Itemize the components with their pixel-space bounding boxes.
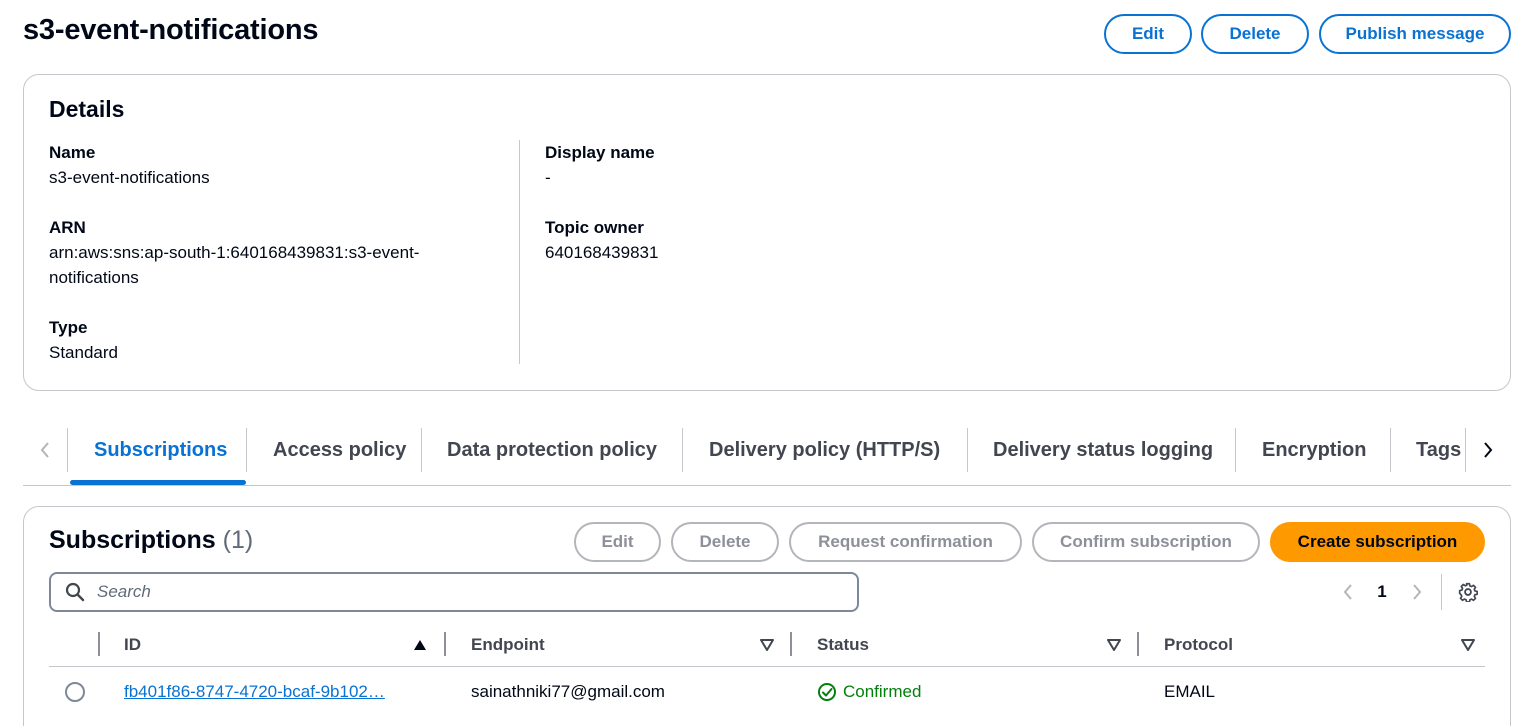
tab-access-policy[interactable]: Access policy	[273, 414, 406, 486]
confirm-subscription-button[interactable]: Confirm subscription	[1032, 522, 1260, 562]
sort-ascending-icon[interactable]	[413, 630, 427, 660]
column-separator	[790, 632, 792, 656]
display-name-value: -	[545, 168, 551, 187]
type-value: Standard	[49, 343, 118, 362]
subscription-id-link[interactable]: fb401f86-8747-4720-bcaf-9b102…	[124, 680, 385, 704]
tab-separator	[682, 428, 683, 472]
chevron-left-icon	[40, 442, 49, 458]
type-label: Type	[49, 318, 88, 337]
tab-separator	[1465, 428, 1466, 472]
tabs-scroll-right-button[interactable]	[1478, 436, 1498, 464]
create-subscription-button[interactable]: Create subscription	[1270, 522, 1485, 562]
subscription-status-label: Confirmed	[843, 682, 922, 701]
tab-subscriptions[interactable]: Subscriptions	[94, 414, 227, 486]
check-circle-icon	[818, 683, 836, 701]
delete-topic-button[interactable]: Delete	[1201, 14, 1309, 54]
details-column-divider	[519, 140, 520, 364]
tab-tags[interactable]: Tags	[1416, 414, 1461, 486]
topic-owner-value: 640168439831	[545, 243, 659, 262]
sort-descending-icon[interactable]	[1107, 630, 1121, 660]
column-separator	[1137, 632, 1139, 656]
column-separator	[98, 632, 100, 656]
topic-owner-label: Topic owner	[545, 218, 644, 237]
name-label: Name	[49, 143, 96, 162]
page-title: s3-event-notifications	[23, 14, 319, 46]
column-header-protocol[interactable]: Protocol	[1164, 630, 1233, 660]
chevron-right-icon	[1413, 584, 1422, 600]
arn-value-line1: arn:aws:sns:ap-south-1:640168439831:s3-e…	[49, 243, 420, 262]
column-separator	[444, 632, 446, 656]
subscriptions-heading: Subscriptions (1)	[49, 526, 253, 555]
name-value: s3-event-notifications	[49, 168, 210, 187]
tab-delivery-policy[interactable]: Delivery policy (HTTP/S)	[709, 414, 940, 486]
publish-message-button[interactable]: Publish message	[1319, 14, 1511, 54]
arn-value-line2: notifications	[49, 268, 139, 287]
subscriptions-title: Subscriptions	[49, 526, 216, 554]
delete-subscription-button[interactable]: Delete	[671, 522, 779, 562]
arn-label: ARN	[49, 218, 86, 237]
table-header-divider	[49, 666, 1485, 667]
subscription-status: Confirmed	[817, 680, 921, 704]
current-page[interactable]: 1	[1372, 578, 1392, 606]
pagination-divider	[1441, 574, 1442, 610]
next-page-button[interactable]	[1407, 578, 1427, 606]
sort-descending-icon[interactable]	[760, 630, 774, 660]
table-preferences-button[interactable]	[1456, 578, 1480, 606]
tab-separator	[246, 428, 247, 472]
chevron-left-icon	[1343, 584, 1352, 600]
tab-separator	[967, 428, 968, 472]
tabs-divider	[23, 485, 1511, 486]
tab-separator	[1235, 428, 1236, 472]
details-card	[23, 74, 1511, 391]
tab-separator	[421, 428, 422, 472]
gear-icon	[1458, 582, 1478, 602]
active-tab-indicator	[70, 480, 246, 485]
column-header-endpoint[interactable]: Endpoint	[471, 630, 545, 660]
column-header-id[interactable]: ID	[124, 630, 141, 660]
edit-topic-button[interactable]: Edit	[1104, 14, 1192, 54]
tab-separator	[1390, 428, 1391, 472]
prev-page-button[interactable]	[1338, 578, 1358, 606]
request-confirmation-button[interactable]: Request confirmation	[789, 522, 1022, 562]
search-input[interactable]	[97, 582, 797, 602]
subscriptions-count: (1)	[222, 526, 254, 554]
tab-separator	[67, 428, 68, 472]
search-box[interactable]	[49, 572, 859, 612]
edit-subscription-button[interactable]: Edit	[574, 522, 661, 562]
tab-delivery-status-logging[interactable]: Delivery status logging	[993, 414, 1213, 486]
subscription-endpoint: sainathniki77@gmail.com	[471, 682, 665, 701]
subscription-protocol: EMAIL	[1164, 682, 1216, 701]
column-header-status[interactable]: Status	[817, 630, 869, 660]
chevron-right-icon	[1484, 442, 1493, 458]
details-heading: Details	[49, 96, 125, 122]
sort-descending-icon[interactable]	[1461, 630, 1475, 660]
tabs-scroll-left-button[interactable]	[35, 436, 55, 464]
search-icon	[65, 582, 85, 602]
row-select-radio[interactable]	[64, 680, 86, 704]
tab-encryption[interactable]: Encryption	[1262, 414, 1366, 486]
tab-data-protection-policy[interactable]: Data protection policy	[447, 414, 657, 486]
display-name-label: Display name	[545, 143, 655, 162]
